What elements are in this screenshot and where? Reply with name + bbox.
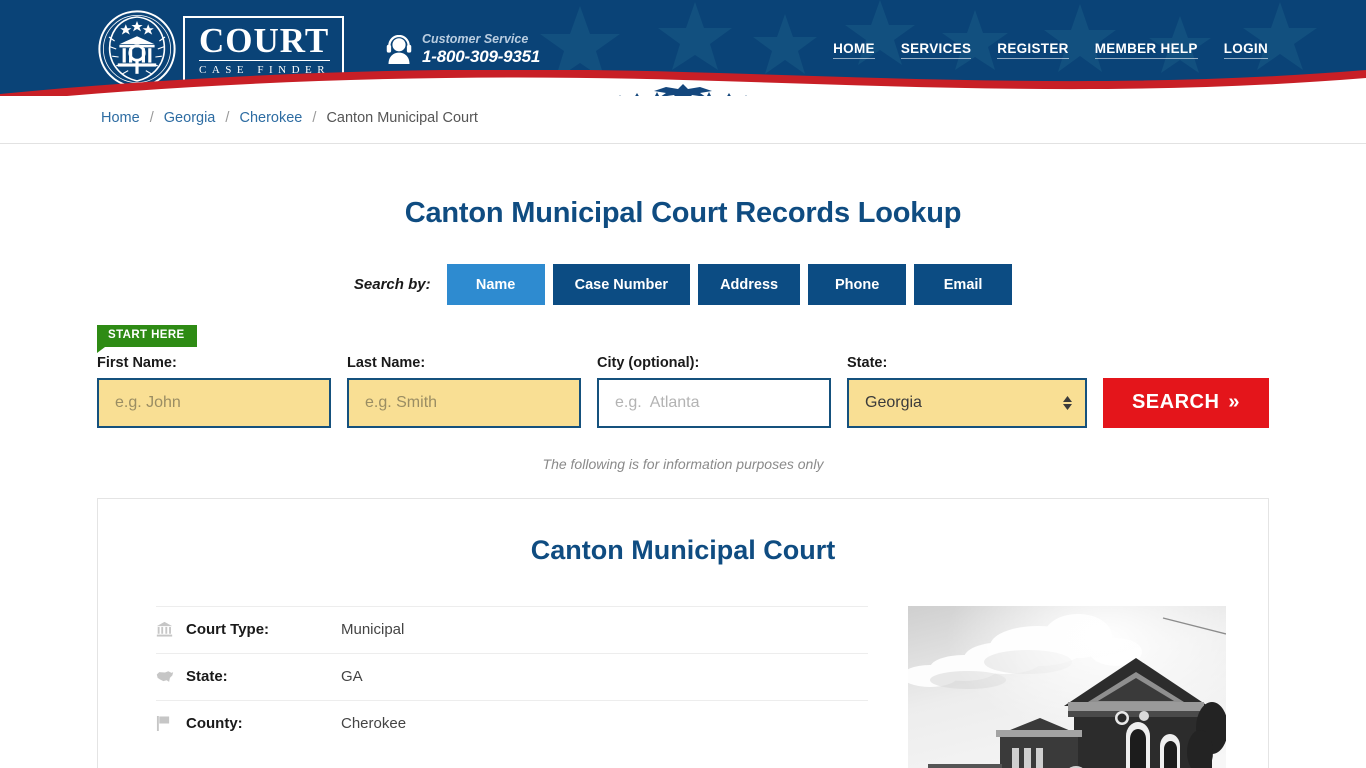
breadcrumb-separator: / [225,110,230,126]
city-label: City (optional): [597,354,700,371]
tab-case-number[interactable]: Case Number [552,264,691,305]
bank-building-icon [156,621,186,638]
nav-item-login[interactable]: LOGIN [1223,41,1268,59]
state-select[interactable]: Georgia [847,377,1087,428]
search-button-label: SEARCH [1131,391,1220,413]
main-navigation: HOME SERVICES REGISTER MEMBER HELP LOGIN [833,41,1268,59]
nav-item-register[interactable]: REGISTER [997,41,1069,59]
tab-address[interactable]: Address [698,264,801,305]
logo-wordmark: COURT CASE FINDER [183,16,345,82]
breadcrumb-item-current: Canton Municipal Court [326,110,478,126]
tab-phone[interactable]: Phone [808,264,907,305]
first-name-label: First Name: [97,354,177,371]
breadcrumb-item-home[interactable]: Home [101,110,140,126]
site-logo[interactable]: COURT CASE FINDER [97,8,345,90]
breadcrumb: Home / Georgia / Cherokee / Canton Munic… [101,110,478,126]
flag-icon [156,715,186,732]
nav-item-member-help[interactable]: MEMBER HELP [1094,41,1198,59]
court-seal-icon [98,10,176,88]
nav-item-home[interactable]: HOME [833,41,875,59]
court-name-title: Canton Municipal Court [530,534,836,565]
start-here-badge: START HERE [97,325,197,352]
last-name-field-group: Last Name: [347,355,581,428]
customer-service-label: Customer Service [422,32,529,46]
table-row: Court Type: Municipal [156,605,868,653]
breadcrumb-separator: / [149,110,154,126]
tab-email[interactable]: Email [914,264,1013,305]
detail-value-county: Cherokee [341,715,407,732]
nav-item-services[interactable]: SERVICES [900,41,972,59]
first-name-field-group: First Name: [97,355,331,428]
detail-label-court-type: Court Type: [186,621,270,638]
table-row: County: Cherokee [156,699,868,747]
state-label: State: [847,354,888,371]
disclaimer-text: The following is for information purpose… [542,455,824,472]
court-info-card: Canton Municipal Court Court Type: Munic… [97,497,1269,768]
chevron-double-right-icon: » [1228,391,1241,413]
state-field-group: State: Georgia [847,355,1087,428]
search-form: START HERE First Name: Last Name: City (… [0,325,1366,428]
search-by-tabs: Search by: Name Case Number Address Phon… [0,264,1366,305]
main-content: Canton Municipal Court Records Lookup Se… [0,144,1366,768]
logo-sub-text: CASE FINDER [199,63,331,76]
city-input[interactable] [597,377,831,428]
logo-main-text: COURT [199,20,331,61]
detail-label-state: State: [186,668,228,685]
city-field-group: City (optional): [597,355,831,428]
tab-name[interactable]: Name [446,264,545,305]
search-by-label: Search by: [353,276,431,293]
customer-service-phone[interactable]: 1-800-309-9351 [422,47,540,67]
detail-label-county: County: [186,715,243,732]
search-button[interactable]: SEARCH » [1103,377,1269,428]
first-name-input[interactable] [97,377,331,428]
last-name-label: Last Name: [347,354,426,371]
last-name-input[interactable] [347,377,581,428]
courthouse-photo [908,605,1226,768]
customer-service-block[interactable]: Customer Service 1-800-309-9351 [385,32,540,67]
detail-value-court-type: Municipal [341,621,405,638]
us-map-icon [156,670,186,684]
table-row: State: GA [156,652,868,700]
breadcrumb-item-georgia[interactable]: Georgia [164,110,216,126]
breadcrumb-item-cherokee[interactable]: Cherokee [239,110,302,126]
detail-value-state: GA [341,668,363,685]
page-title: Canton Municipal Court Records Lookup [404,197,962,229]
site-header: COURT CASE FINDER Customer Service 1-800… [0,0,1366,96]
breadcrumb-separator: / [312,110,317,126]
court-details-table: Court Type: Municipal State: GA County: … [156,605,868,768]
headset-support-icon [386,34,412,64]
breadcrumb-bar: Home / Georgia / Cherokee / Canton Munic… [0,96,1366,144]
